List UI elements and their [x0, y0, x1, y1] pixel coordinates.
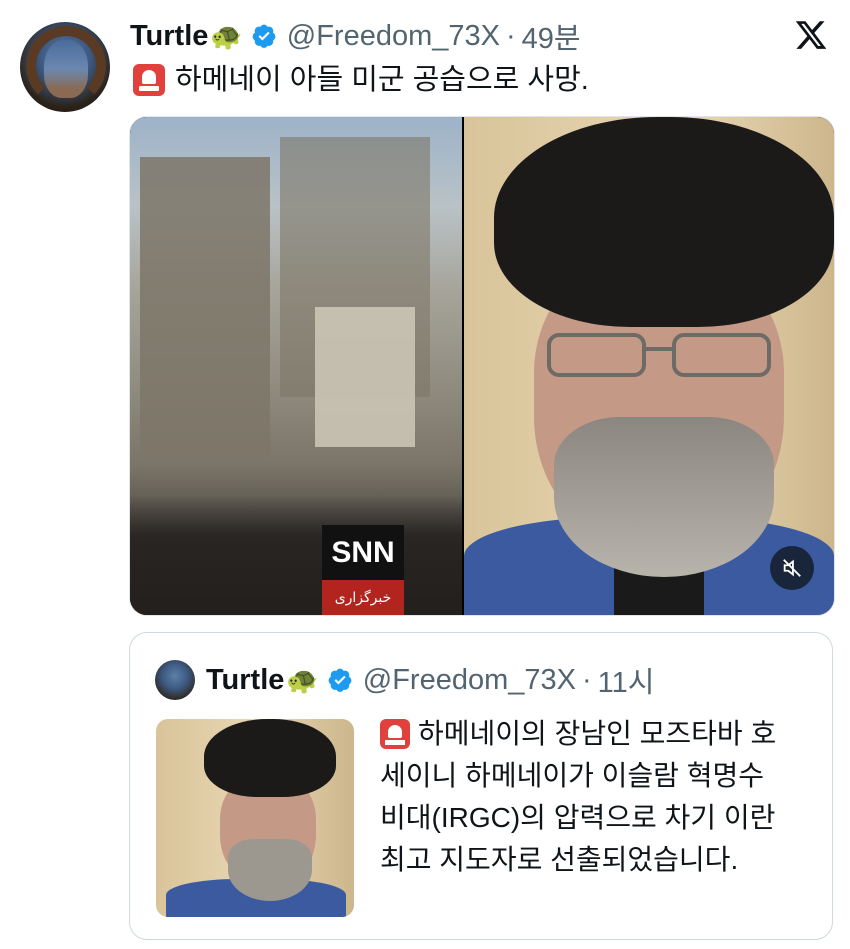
quoted-tweet-header: Turtle 🐢 @Freedom_73X · 11시 — [206, 659, 655, 701]
portrait-glasses — [547, 333, 771, 377]
quoted-tweet[interactable]: Turtle 🐢 @Freedom_73X · 11시 하메네이의 장남인 모즈… — [129, 632, 833, 940]
white-building — [315, 307, 415, 447]
tweet-media[interactable]: SNN خبرگزاری — [129, 116, 835, 616]
author-handle[interactable]: @Freedom_73X — [287, 20, 500, 53]
tweet-text: 하메네이 아들 미군 공습으로 사망. — [175, 64, 589, 96]
snn-logo-subtext: خبرگزاری — [322, 580, 404, 615]
speaker-muted-glyph — [783, 559, 801, 577]
thumb-beard — [228, 839, 312, 901]
quoted-tweet-timestamp[interactable]: 11시 — [598, 659, 655, 701]
quoted-author-avatar[interactable] — [155, 660, 195, 700]
crowd — [130, 495, 462, 615]
quoted-turtle-emoji: 🐢 — [286, 664, 319, 695]
tweet-timestamp[interactable]: 49분 — [522, 15, 581, 57]
quoted-siren-emoji-icon — [380, 719, 410, 749]
quoted-text-line: 하메네이의 장남인 모즈타바 호 — [380, 713, 776, 755]
quoted-text-line: 세이니 하메네이가 이슬람 혁명수 — [380, 755, 776, 797]
tweet-body: 하메네이 아들 미군 공습으로 사망. — [133, 60, 589, 100]
quoted-tweet-text: 하메네이의 장남인 모즈타바 호 세이니 하메네이가 이슬람 혁명수 비대(IR… — [380, 713, 776, 881]
quoted-separator-dot: · — [582, 663, 592, 696]
quoted-text-line-4: 최고 지도자로 선출되었습니다. — [380, 844, 739, 875]
ruined-building — [140, 157, 270, 457]
snn-news-logo: SNN خبرگزاری — [322, 525, 404, 615]
quoted-text-line: 비대(IRGC)의 압력으로 차기 이란 — [380, 797, 776, 839]
author-name[interactable]: Turtle — [130, 20, 208, 53]
portrait-turban — [494, 117, 834, 327]
quoted-verified-badge-icon — [328, 668, 352, 692]
snn-logo-text: SNN — [331, 535, 395, 569]
quoted-author-name[interactable]: Turtle — [206, 664, 284, 697]
siren-emoji-icon — [133, 64, 165, 96]
quoted-media-thumbnail[interactable] — [156, 719, 354, 917]
quoted-text-line-2: 세이니 하메네이가 이슬람 혁명수 — [380, 760, 764, 791]
portrait-beard — [554, 417, 774, 577]
cleric-portrait[interactable] — [464, 117, 834, 615]
author-avatar[interactable] — [20, 22, 110, 112]
quoted-text-line-3: 비대(IRGC)의 압력으로 차기 이란 — [380, 802, 776, 833]
x-logo-icon[interactable] — [794, 18, 828, 52]
video-thumbnail-explosion[interactable]: SNN خبرگزاری — [130, 117, 462, 615]
separator-dot: · — [506, 19, 516, 52]
turtle-emoji: 🐢 — [210, 20, 243, 51]
thumb-turban — [204, 719, 336, 797]
avatar-face — [44, 40, 88, 98]
verified-badge-icon — [252, 24, 276, 48]
quoted-text-line-1: 하메네이의 장남인 모즈타바 호 — [418, 718, 777, 749]
quoted-text-line: 최고 지도자로 선출되었습니다. — [380, 839, 776, 881]
mute-icon[interactable] — [770, 546, 814, 590]
tweet-header: Turtle 🐢 @Freedom_73X · 49분 — [130, 15, 581, 57]
quoted-author-handle[interactable]: @Freedom_73X — [363, 664, 576, 697]
